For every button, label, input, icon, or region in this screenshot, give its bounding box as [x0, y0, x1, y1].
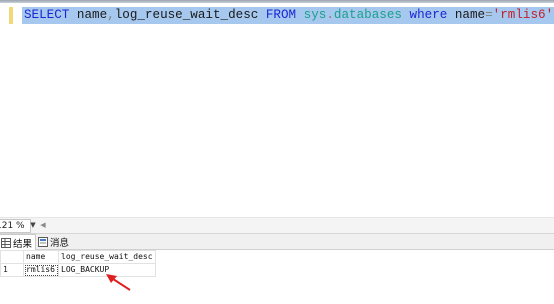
keyword-select: SELECT — [24, 8, 70, 22]
keyword-where: where — [409, 8, 448, 22]
tab-messages-label: 消息 — [50, 237, 70, 249]
query-line-1[interactable]: SELECT name,log_reuse_wait_desc FROM sys… — [22, 7, 554, 24]
changed-line-marker — [9, 7, 13, 24]
chevron-down-icon[interactable]: ▼ — [29, 219, 37, 231]
where-column-name: name — [454, 8, 486, 22]
string-literal: 'rmlis6' — [492, 8, 554, 22]
annotation-arrow-icon — [106, 274, 131, 291]
results-tabs: 结果 消息 — [0, 234, 554, 250]
tab-messages[interactable]: 消息 — [36, 234, 72, 249]
keyword-from: FROM — [265, 8, 297, 22]
query-editor[interactable]: SELECT name,log_reuse_wait_desc FROM sys… — [0, 3, 554, 217]
column-log-reuse-wait-desc: log_reuse_wait_desc — [114, 8, 259, 22]
tab-results-label: 结果 — [13, 238, 33, 250]
results-grid-area: name log_reuse_wait_desc 1 rmlis6 LOG_BA… — [0, 250, 554, 304]
message-icon — [38, 236, 48, 247]
zoom-select[interactable]: 121 % — [0, 219, 31, 233]
dot: . — [326, 8, 334, 22]
tab-results[interactable]: 结果 — [0, 234, 37, 250]
zoom-bar: 121 % ▼ ◀ — [0, 218, 554, 234]
scroll-left-icon[interactable]: ◀ — [39, 219, 47, 231]
grid-icon — [1, 237, 11, 248]
table-databases: databases — [333, 8, 402, 22]
comma: , — [107, 8, 115, 22]
schema-sys: sys — [303, 8, 327, 22]
equals: = — [485, 8, 493, 22]
column-name: name — [76, 8, 108, 22]
